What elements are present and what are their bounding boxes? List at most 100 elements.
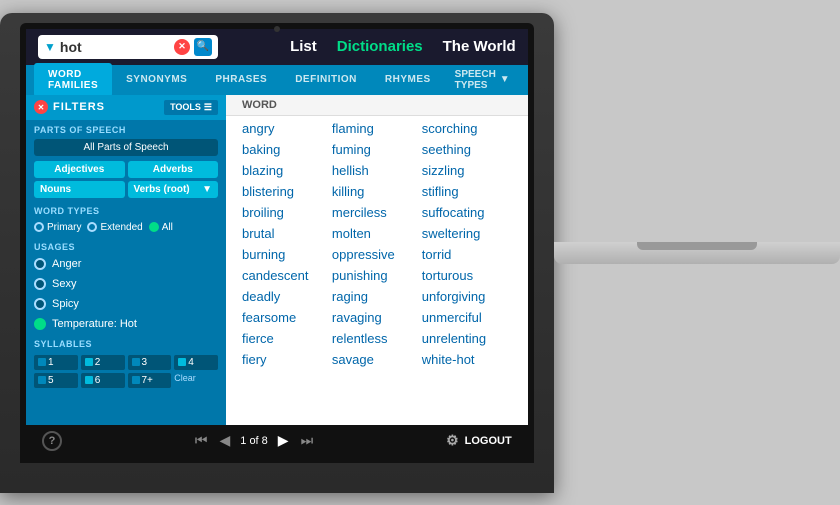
word-type-extended-label: Extended bbox=[100, 222, 142, 233]
usage-spicy-label: Spicy bbox=[52, 298, 79, 310]
usage-anger[interactable]: Anger bbox=[26, 254, 226, 274]
syllable-6[interactable]: 6 bbox=[81, 373, 125, 388]
tab-bar: Word Families Synonyms Phrases Definitio… bbox=[26, 65, 528, 95]
word-item[interactable]: suffocating bbox=[422, 204, 512, 221]
search-clear-icon[interactable]: ✕ bbox=[174, 39, 190, 55]
usage-sexy-label: Sexy bbox=[52, 278, 76, 290]
tools-button[interactable]: TOOLS ☰ bbox=[164, 100, 218, 115]
word-item[interactable]: unmerciful bbox=[422, 309, 512, 326]
word-item[interactable]: fearsome bbox=[242, 309, 332, 326]
syllables-clear-button[interactable]: Clear bbox=[174, 373, 218, 388]
word-type-primary[interactable]: Primary bbox=[34, 222, 81, 233]
word-item[interactable]: broiling bbox=[242, 204, 332, 221]
page-prev-button[interactable]: ◀ bbox=[217, 432, 232, 449]
tab-speech-types-label: Speech Types bbox=[455, 69, 496, 91]
word-item[interactable]: savage bbox=[332, 351, 422, 368]
word-item[interactable]: burning bbox=[242, 246, 332, 263]
word-item[interactable]: hellish bbox=[332, 162, 422, 179]
tab-definition[interactable]: Definition bbox=[281, 68, 371, 91]
pos-nouns[interactable]: Nouns bbox=[34, 181, 125, 198]
word-type-primary-label: Primary bbox=[47, 222, 81, 233]
word-item[interactable]: unforgiving bbox=[422, 288, 512, 305]
pos-adjectives[interactable]: Adjectives bbox=[34, 161, 125, 178]
word-item[interactable]: deadly bbox=[242, 288, 332, 305]
word-item[interactable]: seething bbox=[422, 141, 512, 158]
word-types-row: Primary Extended All bbox=[26, 218, 226, 237]
word-item[interactable]: oppressive bbox=[332, 246, 422, 263]
word-item[interactable]: relentless bbox=[332, 330, 422, 347]
syllable-4[interactable]: 4 bbox=[174, 355, 218, 370]
word-item[interactable]: baking bbox=[242, 141, 332, 158]
word-item[interactable]: killing bbox=[332, 183, 422, 200]
word-item[interactable]: scorching bbox=[422, 120, 512, 137]
pos-adverbs[interactable]: Adverbs bbox=[128, 161, 219, 178]
word-type-all[interactable]: All bbox=[149, 222, 173, 233]
word-item[interactable]: white-hot bbox=[422, 351, 512, 368]
syllable-2[interactable]: 2 bbox=[81, 355, 125, 370]
page-first-button[interactable]: ⏮ bbox=[193, 432, 210, 449]
search-input[interactable]: hot bbox=[60, 39, 170, 55]
syllable-7plus[interactable]: 7+ bbox=[128, 373, 172, 388]
tab-rhymes[interactable]: Rhymes bbox=[371, 68, 445, 91]
usage-sexy-dot bbox=[34, 278, 46, 290]
word-item[interactable]: fierce bbox=[242, 330, 332, 347]
syllable-1[interactable]: 1 bbox=[34, 355, 78, 370]
header-col-3 bbox=[422, 99, 512, 111]
word-item[interactable]: punishing bbox=[332, 267, 422, 284]
help-button[interactable]: ? bbox=[42, 431, 62, 451]
word-item[interactable]: raging bbox=[332, 288, 422, 305]
usage-sexy[interactable]: Sexy bbox=[26, 274, 226, 294]
word-item[interactable]: fiery bbox=[242, 351, 332, 368]
word-item[interactable]: sizzling bbox=[422, 162, 512, 179]
syllable-5[interactable]: 5 bbox=[34, 373, 78, 388]
usage-spicy[interactable]: Spicy bbox=[26, 294, 226, 314]
word-item[interactable]: blistering bbox=[242, 183, 332, 200]
page-last-button[interactable]: ⏭ bbox=[299, 432, 316, 449]
word-item[interactable]: angry bbox=[242, 120, 332, 137]
word-item[interactable]: torturous bbox=[422, 267, 512, 284]
pos-nouns-label: Nouns bbox=[40, 184, 71, 195]
logout-area[interactable]: ⚙ LOGOUT bbox=[446, 432, 512, 449]
word-item[interactable]: unrelenting bbox=[422, 330, 512, 347]
usage-temp-dot bbox=[34, 318, 46, 330]
all-parts-button[interactable]: All Parts of Speech bbox=[34, 139, 218, 156]
main-area: ✕ FILTERS TOOLS ☰ PARTS OF SPEECH All Pa… bbox=[26, 95, 528, 425]
pos-section-label: PARTS OF SPEECH bbox=[26, 120, 226, 137]
usage-temperature-hot[interactable]: Temperature: Hot bbox=[26, 314, 226, 334]
word-list-body: angryflamingscorching bakingfumingseethin… bbox=[226, 116, 528, 425]
usage-temp-label: Temperature: Hot bbox=[52, 318, 137, 330]
nav-world[interactable]: The World bbox=[443, 38, 516, 55]
page-next-button[interactable]: ▶ bbox=[276, 432, 291, 449]
radio-all-icon bbox=[149, 222, 159, 232]
syllables-section: 1 2 3 4 5 6 7+ Clear bbox=[26, 351, 226, 395]
tab-speech-types[interactable]: Speech Types ▼ bbox=[445, 63, 520, 97]
filters-bar: ✕ FILTERS TOOLS ☰ bbox=[26, 95, 226, 120]
word-item[interactable]: ravaging bbox=[332, 309, 422, 326]
word-item[interactable]: brutal bbox=[242, 225, 332, 242]
word-item[interactable]: fuming bbox=[332, 141, 422, 158]
tab-word-families[interactable]: Word Families bbox=[34, 63, 112, 97]
tab-synonyms[interactable]: Synonyms bbox=[112, 68, 201, 91]
word-item[interactable]: blazing bbox=[242, 162, 332, 179]
word-item[interactable]: stifling bbox=[422, 183, 512, 200]
word-item[interactable]: molten bbox=[332, 225, 422, 242]
tab-phrases[interactable]: Phrases bbox=[201, 68, 281, 91]
word-item[interactable]: torrid bbox=[422, 246, 512, 263]
word-item[interactable]: sweltering bbox=[422, 225, 512, 242]
logout-icon: ⚙ bbox=[446, 432, 459, 449]
pos-verbs[interactable]: Verbs (root) ▼ bbox=[128, 181, 219, 198]
nav-dictionaries[interactable]: Dictionaries bbox=[337, 38, 423, 55]
header-col-2 bbox=[332, 99, 422, 111]
search-icon[interactable]: 🔍 bbox=[194, 38, 212, 56]
tools-menu-icon: ☰ bbox=[204, 102, 212, 113]
word-type-extended[interactable]: Extended bbox=[87, 222, 142, 233]
radio-extended-icon bbox=[87, 222, 97, 232]
word-item[interactable]: merciless bbox=[332, 204, 422, 221]
search-box[interactable]: ▼ hot ✕ 🔍 bbox=[38, 35, 218, 59]
word-item[interactable]: flaming bbox=[332, 120, 422, 137]
nav-list[interactable]: List bbox=[290, 38, 317, 55]
syllable-3[interactable]: 3 bbox=[128, 355, 172, 370]
logout-label: LOGOUT bbox=[465, 435, 512, 447]
word-item[interactable]: candescent bbox=[242, 267, 332, 284]
filters-clear-icon[interactable]: ✕ bbox=[34, 100, 48, 114]
